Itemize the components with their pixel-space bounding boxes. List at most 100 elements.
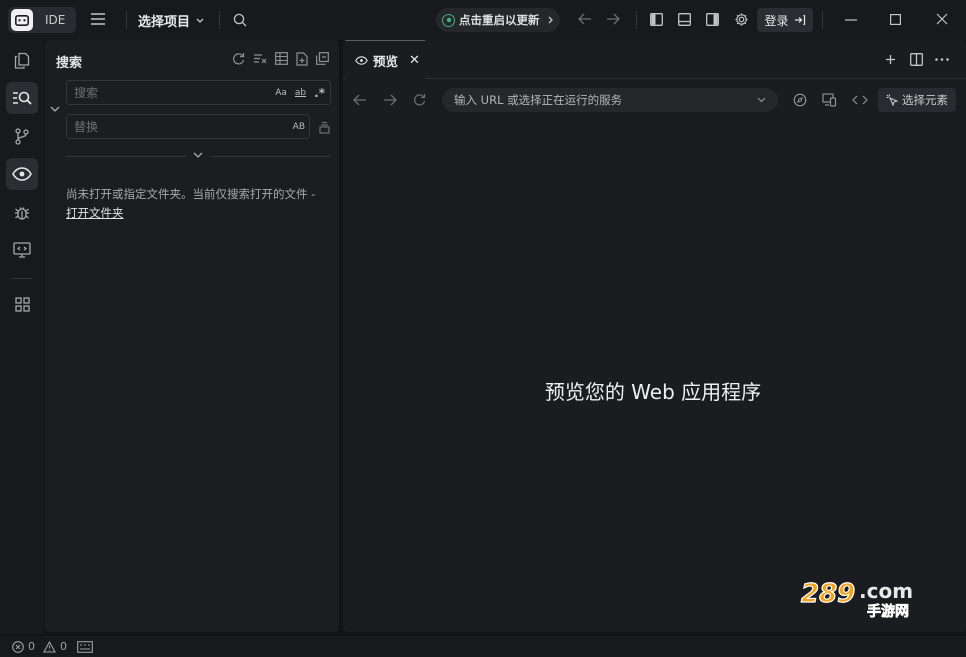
replace-input[interactable]: 替换 AB bbox=[66, 114, 310, 139]
compass-icon[interactable] bbox=[793, 93, 807, 107]
hint-text: 尚未打开或指定文件夹。当前仅搜索打开的文件 - bbox=[66, 187, 316, 201]
preview-reload-icon[interactable] bbox=[413, 93, 426, 106]
maximize-icon[interactable] bbox=[890, 14, 901, 25]
code-brackets-icon[interactable] bbox=[852, 95, 868, 105]
replace-placeholder: 替换 bbox=[74, 120, 99, 134]
divider bbox=[822, 11, 823, 29]
search-toolbar bbox=[232, 52, 329, 66]
problems-indicator[interactable]: 0 0 bbox=[12, 640, 67, 653]
select-element-label: 选择元素 bbox=[902, 93, 948, 107]
search-list-icon bbox=[13, 91, 32, 105]
select-element-button[interactable]: 选择元素 bbox=[878, 88, 956, 112]
eye-icon bbox=[12, 167, 32, 181]
activity-extensions[interactable] bbox=[6, 288, 38, 320]
project-selector-label: 选择项目 bbox=[138, 15, 191, 30]
activity-preview[interactable] bbox=[6, 158, 38, 190]
minimize-icon[interactable] bbox=[845, 19, 857, 21]
close-tab-icon[interactable]: ✕ bbox=[409, 53, 420, 68]
url-input[interactable]: 输入 URL 或选择正在运行的服务 bbox=[442, 88, 778, 112]
open-in-editor-icon[interactable] bbox=[275, 52, 288, 65]
no-folder-message: 尚未打开或指定文件夹。当前仅搜索打开的文件 - 打开文件夹 bbox=[66, 185, 334, 223]
app-logo-icon bbox=[11, 9, 33, 31]
monitor-code-icon bbox=[13, 242, 31, 258]
collapse-all-icon[interactable] bbox=[316, 52, 329, 65]
search-panel: 搜索 搜索 Aa ab .* 替换 AB 尚未打开或指定文件夹。当前仅搜索打开的… bbox=[45, 40, 339, 632]
preserve-case-toggle[interactable]: AB bbox=[293, 122, 305, 132]
status-bar: 0 0 bbox=[0, 636, 966, 657]
activity-explorer[interactable] bbox=[6, 44, 38, 76]
more-options-icon[interactable] bbox=[935, 58, 949, 61]
chevron-down-icon bbox=[757, 97, 766, 103]
close-window-icon[interactable] bbox=[936, 13, 948, 25]
svg-text:.com: .com bbox=[859, 579, 913, 603]
divider bbox=[211, 156, 331, 157]
bug-icon bbox=[15, 206, 29, 220]
terminal-icon[interactable] bbox=[77, 640, 93, 653]
empty-preview-message: 预览您的 Web 应用程序 bbox=[544, 380, 762, 404]
restart-update-button[interactable]: 点击重启以更新 bbox=[436, 8, 560, 32]
files-icon bbox=[14, 52, 30, 69]
device-toggle-icon[interactable] bbox=[822, 93, 837, 107]
update-label: 点击重启以更新 bbox=[459, 13, 540, 27]
divider bbox=[66, 156, 186, 157]
eye-icon bbox=[355, 55, 368, 65]
toggle-bottom-panel-icon[interactable] bbox=[678, 13, 691, 26]
refresh-icon[interactable] bbox=[232, 52, 245, 65]
activity-search[interactable] bbox=[6, 82, 38, 114]
preview-back-icon[interactable] bbox=[353, 94, 367, 106]
activity-source-control[interactable] bbox=[6, 120, 38, 152]
toggle-left-panel-icon[interactable] bbox=[650, 13, 663, 26]
search-placeholder: 搜索 bbox=[74, 86, 99, 100]
title-bar: IDE 选择项目 点击重启以更新 登录 bbox=[0, 0, 966, 40]
divider bbox=[219, 11, 220, 29]
toggle-details-chevron-icon[interactable] bbox=[193, 152, 203, 159]
divider bbox=[126, 11, 127, 29]
tab-preview[interactable]: 预览 ✕ bbox=[345, 40, 425, 79]
grid-icon bbox=[14, 296, 30, 312]
chevron-right-icon bbox=[548, 16, 553, 24]
search-icon[interactable] bbox=[233, 13, 247, 27]
project-selector[interactable]: 选择项目 bbox=[138, 11, 204, 30]
menu-icon[interactable] bbox=[91, 13, 105, 25]
panel-title: 搜索 bbox=[56, 56, 83, 71]
back-arrow-icon[interactable] bbox=[578, 13, 592, 25]
new-search-file-icon[interactable] bbox=[296, 52, 308, 66]
url-placeholder: 输入 URL 或选择正在运行的服务 bbox=[454, 93, 623, 107]
svg-text:289: 289 bbox=[801, 579, 855, 609]
preview-forward-icon[interactable] bbox=[383, 94, 397, 106]
chevron-down-icon bbox=[196, 18, 204, 23]
divider bbox=[12, 278, 32, 279]
login-button[interactable]: 登录 bbox=[757, 8, 813, 32]
git-branch-icon bbox=[15, 127, 29, 145]
match-case-toggle[interactable]: Aa bbox=[275, 88, 287, 98]
warning-icon bbox=[43, 640, 56, 653]
forward-arrow-icon[interactable] bbox=[606, 13, 620, 25]
errors-count: 0 bbox=[28, 640, 35, 653]
app-label: IDE bbox=[45, 13, 66, 27]
activity-debug[interactable] bbox=[6, 196, 38, 228]
error-icon bbox=[12, 640, 24, 653]
toggle-replace-chevron-icon[interactable] bbox=[50, 106, 60, 113]
update-icon bbox=[442, 13, 455, 27]
activity-remote[interactable] bbox=[6, 234, 38, 266]
sign-in-icon bbox=[794, 14, 805, 26]
login-label: 登录 bbox=[764, 13, 789, 28]
preview-panel: 预览 ✕ 输入 URL 或选择正在运行的服务 选择元素 预览您的 Web 应用程… bbox=[343, 40, 966, 632]
plus-icon[interactable] bbox=[885, 54, 896, 65]
tab-bar bbox=[343, 40, 966, 79]
whole-word-toggle[interactable]: ab bbox=[295, 88, 306, 98]
watermark-logo: 289 .com 手游网 bbox=[797, 578, 947, 620]
open-folder-link[interactable]: 打开文件夹 bbox=[66, 206, 124, 220]
replace-all-icon[interactable] bbox=[318, 121, 331, 134]
warnings-count: 0 bbox=[60, 640, 67, 653]
cursor-select-icon bbox=[886, 94, 898, 106]
clear-results-icon[interactable] bbox=[253, 52, 267, 65]
activity-bar bbox=[0, 40, 44, 634]
regex-toggle[interactable]: .* bbox=[314, 86, 325, 100]
app-logo-button[interactable]: IDE bbox=[8, 7, 76, 33]
gear-icon[interactable] bbox=[734, 12, 749, 27]
divider bbox=[636, 11, 637, 29]
split-editor-icon[interactable] bbox=[910, 53, 923, 66]
toggle-right-panel-icon[interactable] bbox=[706, 13, 719, 26]
search-input[interactable]: 搜索 Aa ab .* bbox=[66, 80, 331, 105]
